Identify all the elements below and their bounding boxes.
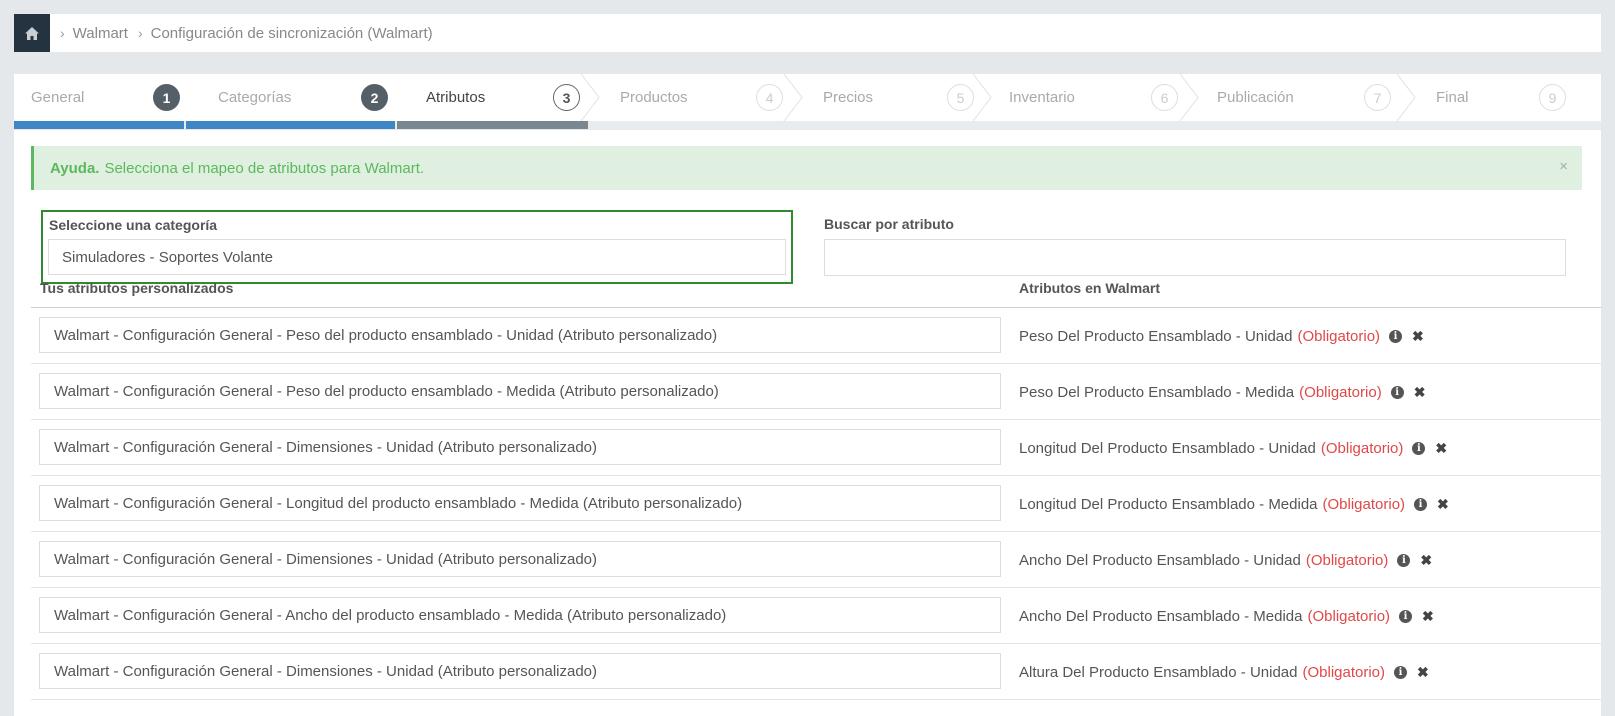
step-productos[interactable]: Productos 4 — [587, 74, 803, 121]
step-number: 3 — [553, 84, 580, 111]
remove-icon[interactable]: ✖ — [1435, 440, 1447, 457]
home-button[interactable] — [14, 14, 50, 52]
step-precios[interactable]: Precios 5 — [790, 74, 992, 121]
category-label: Seleccione una categoría — [49, 217, 218, 233]
attribute-mapping-panel: Ayuda. Selecciona el mapeo de atributos … — [14, 130, 1601, 716]
required-label: (Obligatorio) — [1305, 551, 1389, 569]
breadcrumb-item-walmart[interactable]: Walmart — [73, 25, 128, 42]
step-number: 4 — [756, 84, 783, 111]
table-row: Walmart - Configuración General - Dimens… — [31, 644, 1601, 700]
remove-icon[interactable]: ✖ — [1414, 384, 1426, 401]
remove-icon[interactable]: ✖ — [1420, 552, 1432, 569]
required-label: (Obligatorio) — [1322, 495, 1406, 513]
walmart-attribute: Longitud Del Producto Ensamblado - Medid… — [1019, 476, 1449, 532]
help-alert: Ayuda. Selecciona el mapeo de atributos … — [31, 146, 1582, 190]
column-header-custom: Tus atributos personalizados — [40, 280, 234, 296]
step-publicacion[interactable]: Publicación 7 — [1186, 74, 1416, 121]
walmart-attribute: Peso Del Producto Ensamblado - Unidad (O… — [1019, 308, 1424, 364]
required-label: (Obligatorio) — [1307, 607, 1391, 625]
step-number: 5 — [947, 84, 974, 111]
custom-attribute-select[interactable]: Walmart - Configuración General - Peso d… — [39, 373, 1001, 409]
step-number: 2 — [361, 84, 388, 111]
info-icon[interactable]: i — [1389, 329, 1403, 343]
step-number: 7 — [1364, 84, 1391, 111]
walmart-attribute: Ancho Del Producto Ensamblado - Unidad (… — [1019, 532, 1432, 588]
walmart-attribute-label: Longitud Del Producto Ensamblado - Unida… — [1019, 439, 1316, 457]
step-label: Atributos — [426, 89, 486, 106]
table-row: Walmart - Configuración General - Dimens… — [31, 532, 1601, 588]
required-label: (Obligatorio) — [1297, 327, 1381, 345]
table-row: Walmart - Configuración General - Peso d… — [31, 308, 1601, 364]
step-inventario[interactable]: Inventario 6 — [979, 74, 1199, 121]
remove-icon[interactable]: ✖ — [1422, 608, 1434, 625]
step-categorias[interactable]: Categorías 2 — [185, 74, 395, 121]
step-number: 9 — [1539, 84, 1566, 111]
breadcrumb-item-current: Configuración de sincronización (Walmart… — [150, 24, 433, 42]
progress-segment-general — [14, 121, 184, 129]
attribute-rows: Walmart - Configuración General - Peso d… — [31, 308, 1601, 700]
custom-attribute-select[interactable]: Walmart - Configuración General - Dimens… — [39, 429, 1001, 465]
custom-attribute-select[interactable]: Walmart - Configuración General - Peso d… — [39, 317, 1001, 353]
step-label: Final — [1436, 89, 1469, 106]
wizard-steps: General 1 Categorías 2 Atributos 3 Produ… — [14, 74, 1601, 129]
column-header-walmart: Atributos en Walmart — [1019, 280, 1161, 296]
search-attribute-input[interactable] — [824, 239, 1566, 276]
walmart-attribute-label: Peso Del Producto Ensamblado - Medida — [1019, 383, 1295, 401]
wizard-progress — [14, 121, 1601, 129]
walmart-attribute-label: Ancho Del Producto Ensamblado - Unidad — [1019, 551, 1301, 569]
step-label: Productos — [620, 89, 688, 106]
step-number: 1 — [153, 84, 180, 111]
home-icon — [25, 26, 39, 40]
info-icon[interactable]: i — [1390, 385, 1404, 399]
table-row: Walmart - Configuración General - Longit… — [31, 476, 1601, 532]
walmart-attribute-label: Altura Del Producto Ensamblado - Unidad — [1019, 663, 1298, 681]
step-label: Precios — [823, 89, 874, 106]
required-label: (Obligatorio) — [1302, 663, 1386, 681]
chevron-right-icon: › — [60, 25, 65, 41]
progress-segment-categorias — [186, 121, 395, 129]
category-select[interactable]: Simuladores - Soportes Volante — [48, 239, 786, 275]
search-label: Buscar por atributo — [824, 216, 954, 232]
info-icon[interactable]: i — [1412, 441, 1426, 455]
step-general[interactable]: General 1 — [14, 74, 185, 121]
remove-icon[interactable]: ✖ — [1417, 664, 1429, 681]
alert-message: Selecciona el mapeo de atributos para Wa… — [104, 159, 425, 177]
chevron-right-icon: › — [137, 25, 143, 41]
alert-title: Ayuda. — [50, 159, 100, 177]
step-label: Publicación — [1217, 89, 1294, 106]
custom-attribute-select[interactable]: Walmart - Configuración General - Dimens… — [39, 541, 1001, 577]
breadcrumb: › Walmart › Configuración de sincronizac… — [14, 14, 1601, 52]
table-row: Walmart - Configuración General - Peso d… — [31, 364, 1601, 420]
category-selector: Seleccione una categoría Simuladores - S… — [41, 210, 793, 284]
step-label: Inventario — [1009, 89, 1075, 106]
step-atributos[interactable]: Atributos 3 — [395, 74, 600, 121]
step-final[interactable]: Final 9 — [1403, 74, 1601, 121]
info-icon[interactable]: i — [1397, 553, 1411, 567]
walmart-attribute-label: Longitud Del Producto Ensamblado - Medid… — [1019, 495, 1318, 513]
info-icon[interactable]: i — [1394, 665, 1408, 679]
step-label: General — [31, 89, 85, 106]
table-row: Walmart - Configuración General - Ancho … — [31, 588, 1601, 644]
walmart-attribute-label: Peso Del Producto Ensamblado - Unidad — [1019, 327, 1293, 345]
close-icon[interactable]: × — [1559, 158, 1568, 175]
step-number: 6 — [1151, 84, 1178, 111]
remove-icon[interactable]: ✖ — [1412, 328, 1424, 345]
info-icon[interactable]: i — [1399, 609, 1413, 623]
walmart-attribute-label: Ancho Del Producto Ensamblado - Medida — [1019, 607, 1303, 625]
custom-attribute-select[interactable]: Walmart - Configuración General - Ancho … — [39, 597, 1001, 633]
required-label: (Obligatorio) — [1320, 439, 1404, 457]
walmart-attribute: Altura Del Producto Ensamblado - Unidad … — [1019, 644, 1429, 700]
table-row: Walmart - Configuración General - Dimens… — [31, 420, 1601, 476]
walmart-attribute: Peso Del Producto Ensamblado - Medida (O… — [1019, 364, 1425, 420]
progress-segment-atributos — [397, 121, 588, 129]
remove-icon[interactable]: ✖ — [1437, 496, 1449, 513]
info-icon[interactable]: i — [1414, 497, 1428, 511]
walmart-attribute: Ancho Del Producto Ensamblado - Medida (… — [1019, 588, 1434, 644]
required-label: (Obligatorio) — [1299, 383, 1382, 401]
step-label: Categorías — [218, 89, 292, 106]
custom-attribute-select[interactable]: Walmart - Configuración General - Dimens… — [39, 653, 1001, 689]
custom-attribute-select[interactable]: Walmart - Configuración General - Longit… — [39, 485, 1001, 521]
walmart-attribute: Longitud Del Producto Ensamblado - Unida… — [1019, 420, 1447, 476]
